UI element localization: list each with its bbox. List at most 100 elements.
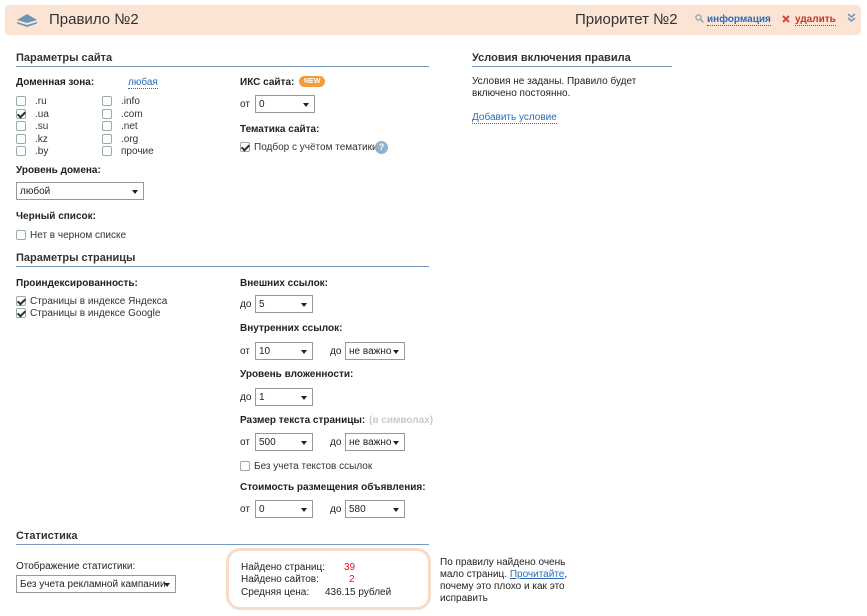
topic-checkbox-label: Подбор с учётом тематики (254, 142, 378, 153)
pages-found-value: 39 (344, 562, 356, 573)
domain-zone-checkbox[interactable] (102, 146, 112, 156)
text-size-from-value: 500 (259, 437, 276, 448)
sites-found-label: Найдено сайтов: (241, 574, 319, 585)
domain-zone-label-item: .ua (35, 108, 49, 120)
domain-zone-label-item: .net (121, 121, 138, 132)
chevron-down-icon (132, 190, 138, 194)
stats-note-1: По правилу найдено очень (440, 557, 566, 568)
chevron-double-down-icon[interactable] (847, 13, 856, 23)
indexed-google-checkbox[interactable] (16, 308, 26, 318)
price-from-label: от (240, 504, 250, 515)
indexed-google-label: Страницы в индексе Google (30, 308, 161, 319)
internal-from-select[interactable]: 10 (255, 342, 313, 360)
chevron-down-icon (164, 583, 170, 587)
text-size-from-label: от (240, 437, 250, 448)
rule-header: Правило №2 Приоритет №2 информация удали… (5, 5, 861, 35)
info-link[interactable]: информация (707, 14, 771, 26)
chevron-down-icon (301, 350, 307, 354)
domain-zone-checkbox[interactable] (102, 133, 112, 144)
price-label: Стоимость размещения объявления: (240, 482, 426, 493)
text-size-to-select[interactable]: не важно (345, 433, 405, 451)
text-size-from-select[interactable]: 500 (255, 433, 313, 451)
domain-zone-label-item: .su (35, 121, 49, 132)
new-badge: NEW (299, 76, 326, 87)
internal-from-label: от (240, 346, 250, 357)
conditions-text-1: Условия не заданы. Правило будет (472, 76, 637, 87)
domain-zone-label-item: .info (121, 96, 140, 107)
stats-note-2b: , (564, 569, 568, 580)
domain-zone-label-item: .ru (35, 96, 47, 107)
domain-level-value: любой (20, 186, 51, 197)
price-from-value: 0 (259, 504, 265, 515)
external-to-label: до (240, 299, 252, 310)
price-to-label: до (330, 504, 342, 515)
domain-level-label: Уровень домена: (16, 165, 101, 176)
add-condition-link[interactable]: Добавить условие (472, 112, 557, 124)
conditions-text-2: включено постоянно. (472, 88, 571, 99)
iks-from-select[interactable]: 0 (255, 95, 315, 113)
no-link-texts-label: Без учета текстов ссылок (254, 461, 373, 472)
internal-links-label: Внутренних ссылок: (240, 323, 343, 334)
domain-zone-checkbox[interactable] (102, 96, 112, 106)
conditions-title: Условия включения правила (472, 52, 672, 67)
stats-display-value: Без учета рекламной кампании (20, 579, 166, 590)
chevron-down-icon (393, 508, 399, 512)
price-to-select[interactable]: 580 (345, 500, 405, 518)
chevron-down-icon (301, 441, 307, 445)
stats-display-label: Отображение статистики: (16, 561, 136, 572)
text-size-label: Размер текста страницы: (240, 415, 366, 426)
external-to-select[interactable]: 5 (255, 295, 313, 313)
page-params-title: Параметры страницы (16, 252, 429, 267)
rule-title: Правило №2 (49, 11, 139, 28)
domain-zone-checkbox[interactable] (16, 96, 26, 106)
avg-price-value: 436.15 рублей (325, 587, 392, 598)
nesting-to-value: 1 (259, 392, 265, 403)
internal-to-select[interactable]: не важно (345, 342, 405, 360)
domain-level-select[interactable]: любой (16, 182, 144, 200)
stats-display-select[interactable]: Без учета рекламной кампании (16, 575, 176, 593)
internal-from-value: 10 (259, 346, 271, 357)
site-params-title: Параметры сайта (16, 52, 429, 67)
domain-zone-label: Доменная зона: (16, 77, 95, 88)
domain-zone-checkbox[interactable] (16, 108, 26, 119)
external-to-value: 5 (259, 299, 265, 310)
topic-checkbox[interactable] (240, 142, 250, 152)
domain-zone-label-item: .kz (35, 133, 48, 145)
blacklist-label: Черный список: (16, 211, 96, 222)
delete-link[interactable]: удалить (795, 14, 836, 26)
domain-zone-checkbox[interactable] (16, 133, 26, 144)
stack-layers-icon (17, 14, 37, 27)
domain-zone-checkbox[interactable] (16, 146, 26, 156)
stats-title: Статистика (16, 530, 429, 545)
iks-from-label: от (240, 99, 250, 110)
domain-zone-label-item: .org (121, 133, 139, 145)
chevron-down-icon (301, 508, 307, 512)
help-icon[interactable]: ? (375, 141, 388, 154)
pages-found-label: Найдено страниц: (241, 562, 325, 573)
iks-label: ИКС сайта: (240, 77, 295, 88)
nesting-to-select[interactable]: 1 (255, 388, 313, 406)
close-icon (782, 15, 790, 23)
nesting-to-label: до (240, 392, 252, 403)
chevron-down-icon (301, 303, 307, 307)
internal-to-label: до (330, 346, 342, 357)
text-size-hint: (в символах) (369, 415, 434, 426)
nesting-label: Уровень вложенности: (240, 369, 354, 380)
indexed-yandex-checkbox[interactable] (16, 296, 26, 306)
indexed-label: Проиндексированность: (16, 278, 138, 289)
no-link-texts-checkbox[interactable] (240, 461, 250, 471)
read-more-link[interactable]: Прочитайте (510, 569, 565, 580)
domain-zone-checkbox[interactable] (102, 108, 112, 119)
chevron-down-icon (301, 396, 307, 400)
domain-zone-checkbox[interactable] (16, 121, 26, 131)
text-size-to-label: до (330, 437, 342, 448)
stats-note-4: исправить (440, 593, 488, 604)
search-icon (695, 14, 704, 23)
indexed-yandex-label: Страницы в индексе Яндекса (30, 296, 168, 307)
stats-note-2: мало страниц. Прочитайте, (440, 569, 567, 580)
domain-zone-value-link[interactable]: любая (128, 77, 158, 89)
stats-note-2a: мало страниц. (440, 569, 508, 580)
blacklist-checkbox[interactable] (16, 230, 26, 240)
price-from-select[interactable]: 0 (255, 500, 313, 518)
domain-zone-checkbox[interactable] (102, 121, 112, 131)
